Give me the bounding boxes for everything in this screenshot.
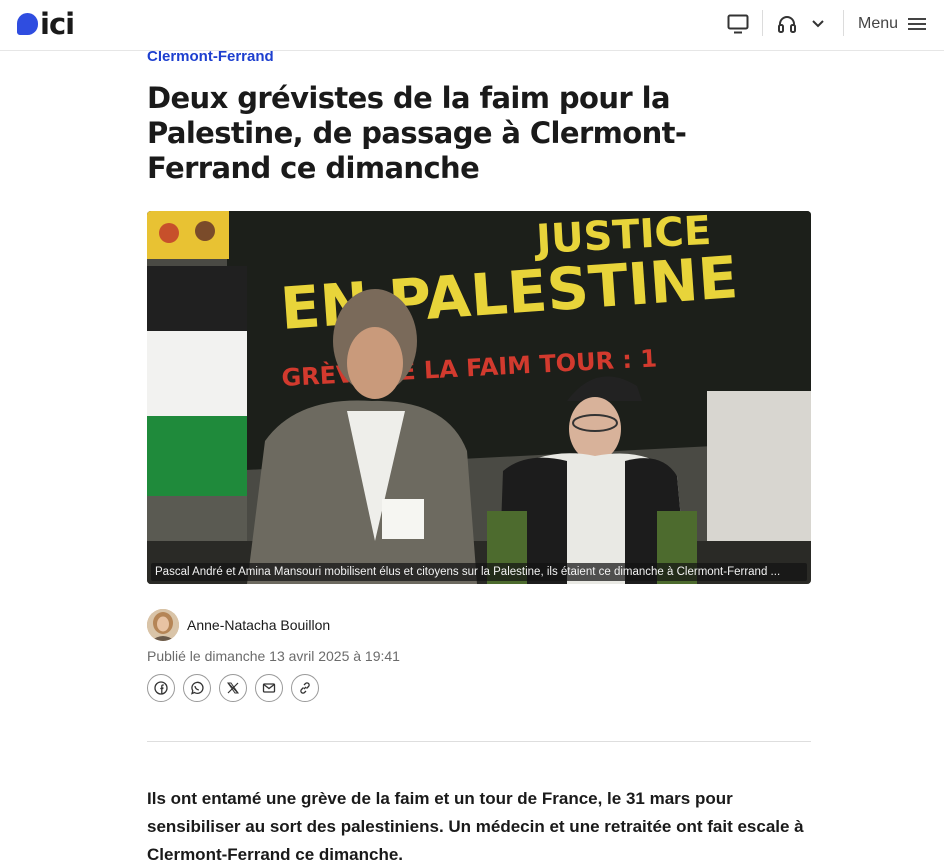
header-separator — [762, 10, 763, 36]
link-icon — [300, 682, 310, 694]
share-bar — [147, 674, 319, 702]
article-title: Deux grévistes de la faim pour la Palest… — [147, 81, 687, 185]
menu-label: Menu — [857, 15, 899, 32]
headphones-icon — [778, 16, 796, 33]
share-whatsapp-button[interactable] — [183, 674, 211, 702]
author-avatar[interactable] — [147, 609, 179, 641]
logo-mark-icon — [17, 13, 38, 35]
share-email-button[interactable] — [255, 674, 283, 702]
chevron-down-icon — [812, 20, 824, 28]
audio-dropdown-toggle[interactable] — [810, 10, 826, 38]
email-icon — [262, 683, 276, 693]
logo-text: ici — [40, 7, 75, 41]
photo-caption: Pascal André et Amina Mansouri mobilisen… — [151, 563, 807, 581]
facebook-icon — [154, 681, 168, 695]
share-facebook-button[interactable] — [147, 674, 175, 702]
site-header: ici Menu — [0, 0, 944, 51]
avatar-image — [147, 609, 179, 641]
section-divider — [147, 741, 811, 742]
article-lead: Ils ont entamé une grève de la faim et u… — [147, 789, 804, 862]
site-logo[interactable]: ici — [17, 7, 75, 41]
audio-button[interactable] — [776, 10, 798, 38]
menu-button[interactable]: Menu — [856, 10, 928, 38]
whatsapp-icon — [190, 681, 204, 695]
tv-icon — [727, 14, 749, 34]
x-icon — [227, 682, 239, 694]
share-x-button[interactable] — [219, 674, 247, 702]
hamburger-menu-icon — [908, 18, 927, 30]
article-photo[interactable]: JUSTICE EN PALESTINE GRÈVE DE LA FAIM TO… — [147, 211, 811, 584]
copy-link-button[interactable] — [291, 674, 319, 702]
header-separator — [843, 10, 844, 36]
author-name[interactable]: Anne-Natacha Bouillon — [187, 617, 330, 633]
photo-illustration: JUSTICE EN PALESTINE GRÈVE DE LA FAIM TO… — [147, 211, 811, 584]
publish-date: Publié le dimanche 13 avril 2025 à 19:41 — [147, 648, 400, 664]
tv-button[interactable] — [726, 10, 750, 38]
